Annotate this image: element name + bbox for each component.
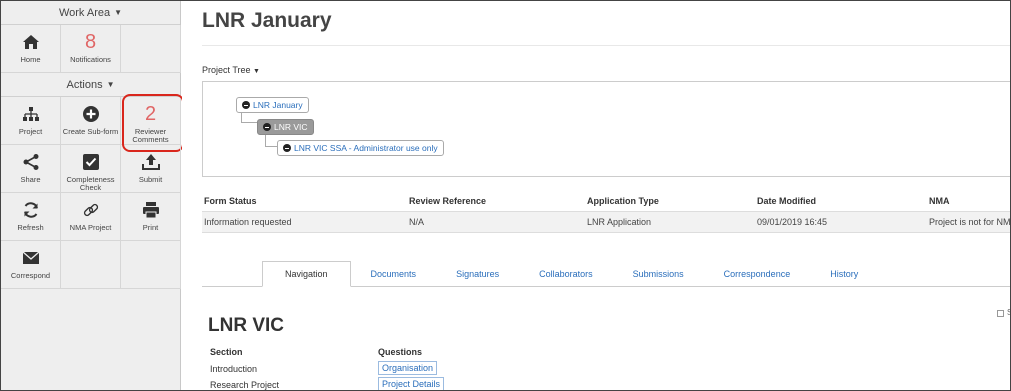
upload-icon [141, 151, 160, 173]
chevron-down-icon: ▼ [106, 80, 115, 89]
tab-signatures[interactable]: Signatures [436, 261, 519, 287]
cell-review-reference: N/A [409, 217, 425, 227]
reviewer-comments-button[interactable]: 2 Reviewer Comments [121, 94, 184, 152]
completeness-check-button[interactable]: Completeness Check [61, 145, 121, 193]
refresh-button[interactable]: Refresh [1, 193, 61, 241]
project-tree: LNR January LNR VIC LNR VIC SSA - Admini… [202, 81, 1010, 177]
print-button[interactable]: Print [121, 193, 181, 241]
correspond-button[interactable]: Correspond [1, 241, 61, 289]
tab-navigation[interactable]: Navigation [262, 261, 351, 287]
tab-submissions[interactable]: Submissions [613, 261, 704, 287]
work-area-header[interactable]: Work Area ▼ [1, 1, 180, 25]
header-section: Section [210, 347, 243, 357]
tab-correspondence[interactable]: Correspondence [704, 261, 811, 287]
minus-circle-icon [263, 123, 271, 131]
title-divider [202, 45, 1010, 46]
header-nma: NMA [929, 196, 950, 206]
submit-button[interactable]: Submit [121, 145, 181, 193]
cell-date-modified: 09/01/2019 16:45 [757, 217, 828, 227]
header-date-modified: Date Modified [757, 196, 817, 206]
create-sub-form-label: Create Sub-form [62, 127, 119, 136]
cell-application-type: LNR Application [587, 217, 652, 227]
minus-circle-icon [283, 144, 291, 152]
header-review-reference: Review Reference [409, 196, 487, 206]
project-tree-label: Project Tree [202, 65, 251, 75]
sidebar: Work Area ▼ Home 8 Notifications Actions… [1, 1, 184, 390]
header-form-status: Form Status [204, 196, 257, 206]
status-table-header: Form Status Review Reference Application… [202, 191, 1010, 211]
plus-circle-icon [82, 103, 100, 125]
checkbox-label: S [1007, 308, 1010, 317]
refresh-label: Refresh [17, 223, 44, 232]
home-label: Home [20, 55, 41, 64]
app-window: Work Area ▼ Home 8 Notifications Actions… [0, 0, 1011, 391]
cell-form-status: Information requested [204, 217, 292, 227]
empty-tile [121, 241, 181, 289]
home-icon [22, 31, 40, 53]
chevron-down-icon: ▼ [114, 8, 123, 17]
notifications-button[interactable]: 8 Notifications [61, 25, 121, 73]
work-area-label: Work Area [58, 6, 111, 19]
sitemap-icon [22, 103, 40, 125]
notifications-count: 8 [84, 31, 97, 53]
project-button[interactable]: Project [1, 97, 61, 145]
tree-node-label: LNR VIC SSA - Administrator use only [294, 143, 438, 153]
reviewer-comments-label: Reviewer Comments [132, 127, 169, 144]
correspond-label: Correspond [10, 271, 51, 280]
minus-circle-icon [242, 101, 250, 109]
tree-node-label: LNR VIC [274, 122, 308, 132]
empty-tile [121, 25, 181, 73]
status-table-row: Information requested N/A LNR Applicatio… [202, 211, 1011, 233]
print-label: Print [142, 223, 159, 232]
question-link[interactable]: Project Details [378, 377, 445, 390]
share-icon [22, 151, 40, 173]
checkbox-icon [82, 151, 100, 173]
section-name: Introduction [210, 364, 258, 374]
project-tree-toggle[interactable]: Project Tree ▼ [202, 65, 260, 75]
tree-node-label: LNR January [253, 100, 303, 110]
notifications-label: Notifications [70, 55, 111, 64]
submit-label: Submit [138, 175, 163, 184]
tab-bar: Navigation Documents Signatures Collabor… [262, 261, 878, 287]
envelope-icon [22, 247, 40, 269]
nma-project-button[interactable]: NMA Project [61, 193, 121, 241]
cell-nma: Project is not for NMA [929, 217, 1011, 227]
refresh-icon [22, 199, 40, 221]
header-questions: Questions [378, 347, 423, 357]
project-label: Project [18, 127, 43, 136]
tree-node-root[interactable]: LNR January [236, 97, 309, 113]
tab-documents[interactable]: Documents [351, 261, 437, 287]
actions-label: Actions [66, 78, 103, 91]
create-sub-form-button[interactable]: Create Sub-form [61, 97, 121, 145]
option-checkbox[interactable] [997, 310, 1004, 317]
share-label: Share [20, 175, 41, 184]
question-link[interactable]: Organisation [378, 361, 438, 375]
home-button[interactable]: Home [1, 25, 61, 73]
nma-project-label: NMA Project [69, 223, 112, 232]
share-button[interactable]: Share [1, 145, 61, 193]
tab-history[interactable]: History [810, 261, 878, 287]
reviewer-comments-count: 2 [144, 103, 157, 125]
tree-node-leaf[interactable]: LNR VIC SSA - Administrator use only [277, 140, 444, 156]
page-title: LNR January [202, 9, 332, 32]
printer-icon [142, 199, 160, 221]
section-name: Research Project [210, 380, 280, 390]
chevron-down-icon: ▼ [253, 68, 260, 75]
tab-collaborators[interactable]: Collaborators [519, 261, 613, 287]
header-application-type: Application Type [587, 196, 659, 206]
tree-node-selected[interactable]: LNR VIC [257, 119, 314, 135]
empty-tile [61, 241, 121, 289]
main-content: LNR January Project Tree ▼ LNR January L… [182, 1, 1010, 390]
completeness-check-label: Completeness Check [66, 175, 115, 192]
link-icon [82, 199, 100, 221]
form-title: LNR VIC [208, 315, 284, 336]
